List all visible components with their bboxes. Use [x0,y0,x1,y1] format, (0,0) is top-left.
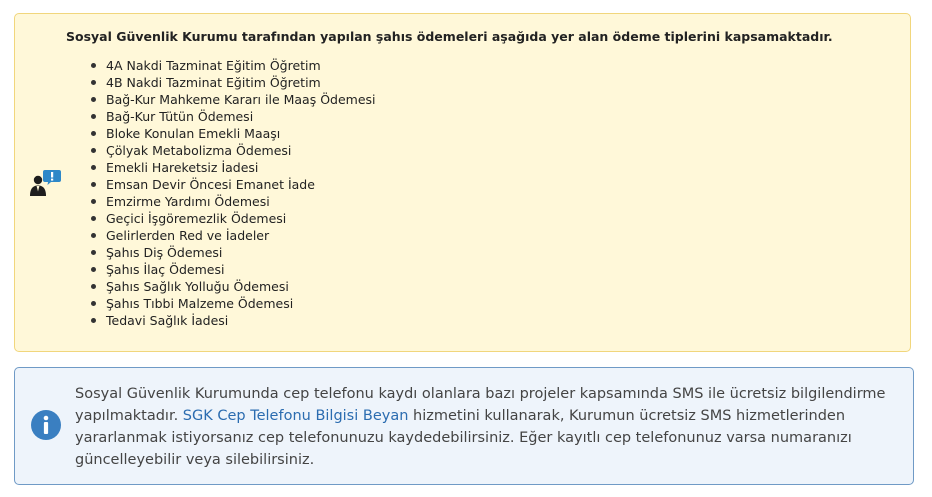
sgk-phone-declaration-link[interactable]: SGK Cep Telefonu Bilgisi Beyan [183,408,409,424]
list-item: Şahıs Diş Ödemesi [91,244,376,261]
notice-title: Sosyal Güvenlik Kurumu tarafından yapıla… [66,29,833,44]
list-item: Şahıs Tıbbi Malzeme Ödemesi [91,295,376,312]
payment-types-notice: Sosyal Güvenlik Kurumu tarafından yapıla… [14,13,911,352]
sms-info-box: Sosyal Güvenlik Kurumunda cep telefonu k… [14,367,914,485]
list-item: Çölyak Metabolizma Ödemesi [91,142,376,159]
list-item: Şahıs Sağlık Yolluğu Ödemesi [91,278,376,295]
list-item: Bağ-Kur Tütün Ödemesi [91,108,376,125]
list-item: Bağ-Kur Mahkeme Kararı ile Maaş Ödemesi [91,92,376,107]
payment-type-list: 4A Nakdi Tazminat Eğitim Öğretim 4B Nakd… [91,57,376,329]
list-item: Emsan Devir Öncesi Emanet İade [91,176,376,193]
info-icon [31,410,61,440]
list-item: Emzirme Yardımı Ödemesi [91,193,376,210]
user-alert-icon [30,170,61,196]
list-item: Bloke Konulan Emekli Maaşı [91,125,376,142]
list-item: 4A Nakdi Tazminat Eğitim Öğretim [91,57,376,74]
list-item: Gelirlerden Red ve İadeler [91,227,376,244]
list-item: Tedavi Sağlık İadesi [91,312,376,329]
list-item: Şahıs İlaç Ödemesi [91,261,376,278]
list-item: Geçici İşgöremezlik Ödemesi [91,210,376,227]
list-item: Emekli Hareketsiz İadesi [91,159,376,176]
sms-info-text: Sosyal Güvenlik Kurumunda cep telefonu k… [75,383,895,471]
list-item: 4B Nakdi Tazminat Eğitim Öğretim [91,74,376,91]
